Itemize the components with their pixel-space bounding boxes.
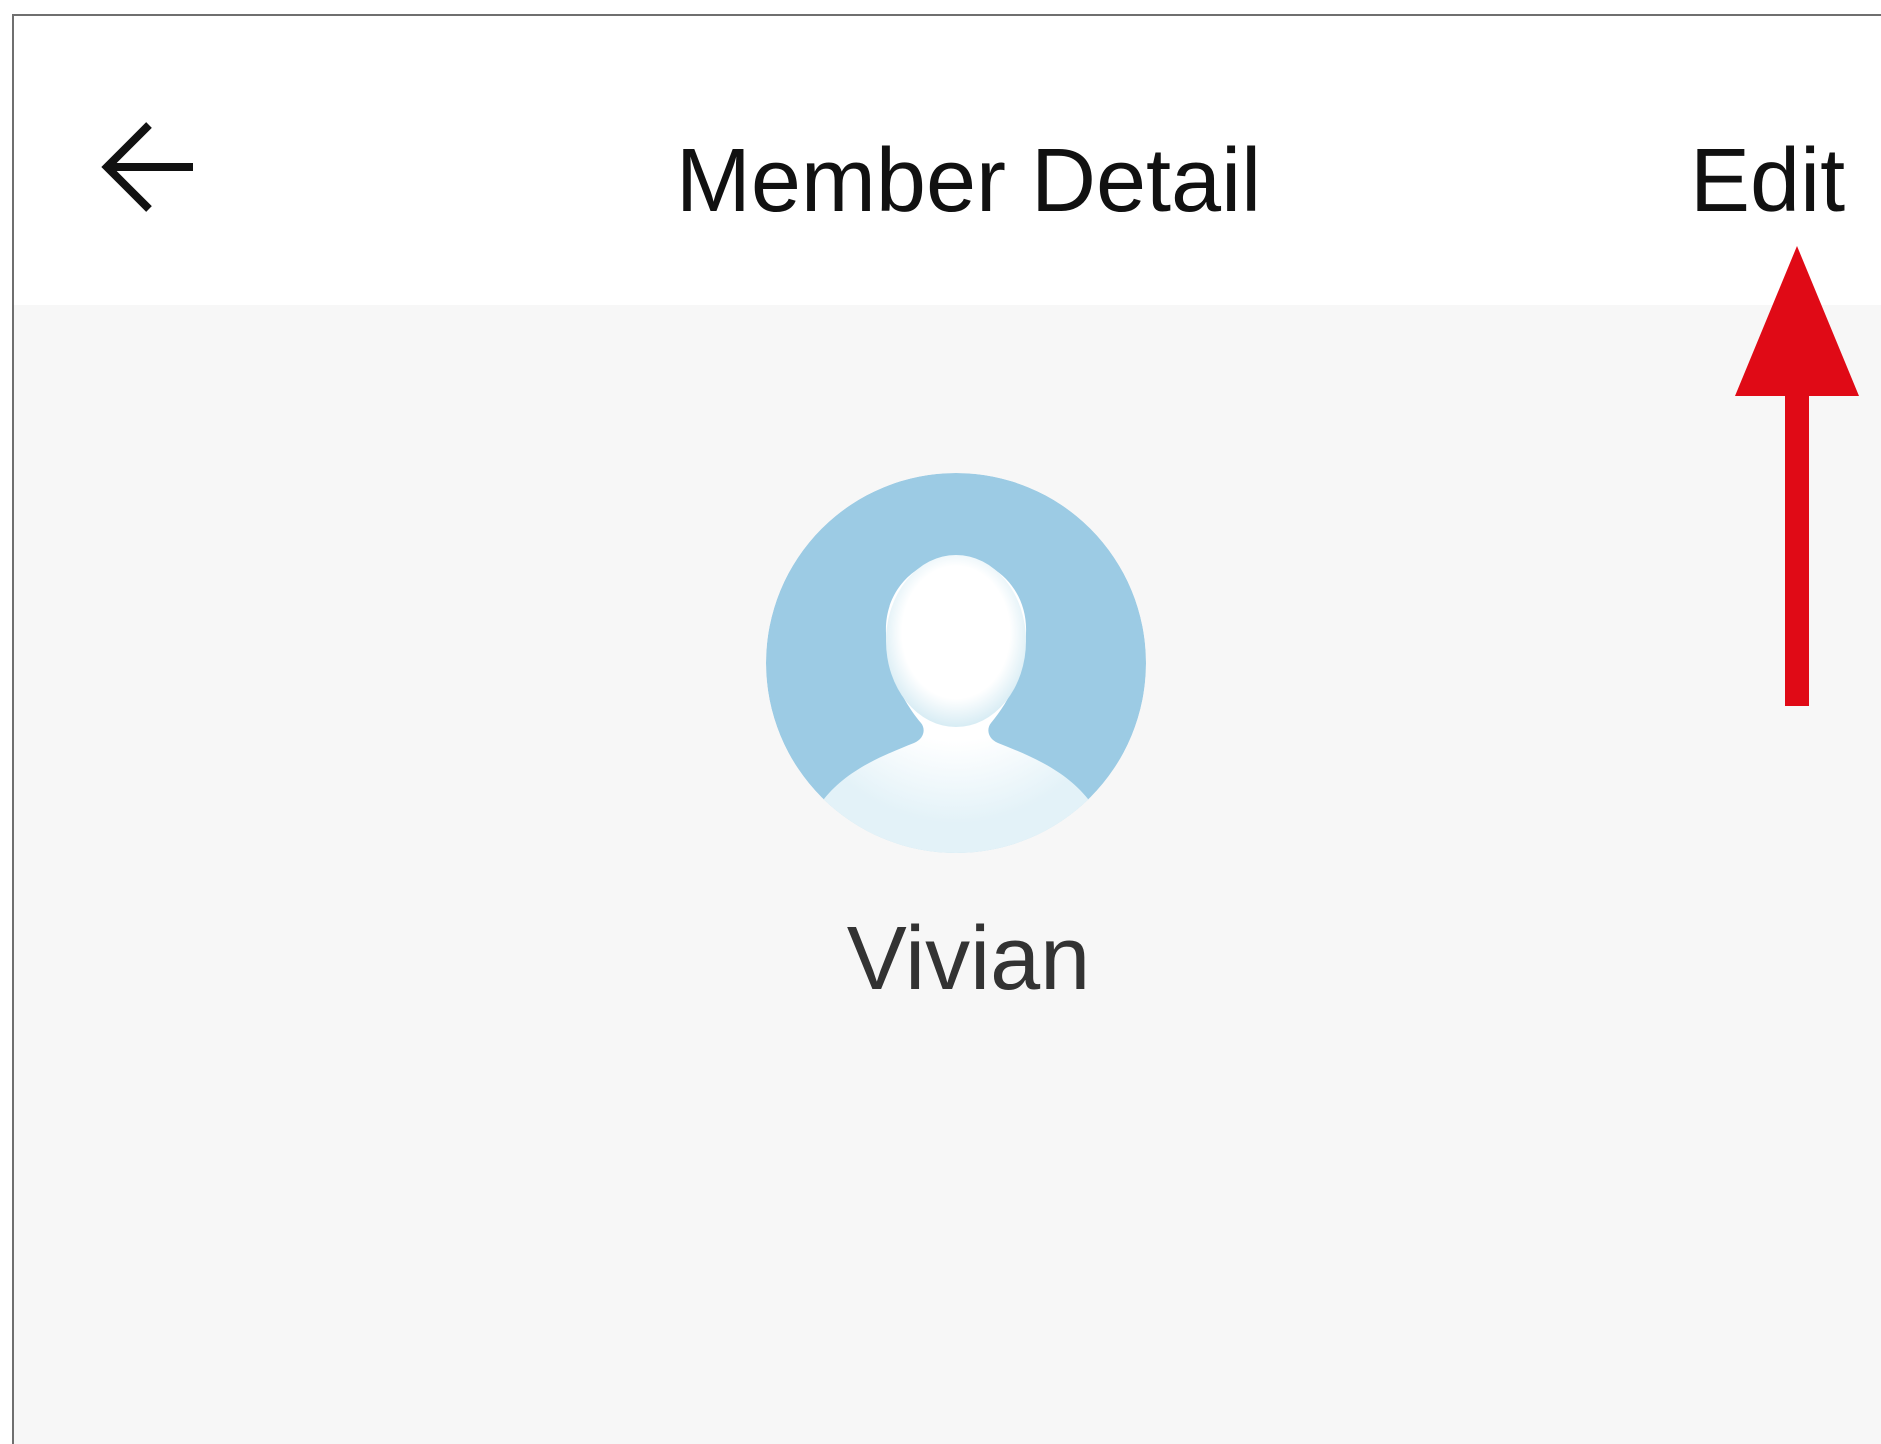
red-arrow-pointer-icon bbox=[1735, 246, 1859, 706]
default-avatar-icon bbox=[766, 473, 1146, 853]
app-screen: Member Detail Edit Vivian bbox=[12, 14, 1881, 1444]
page-title: Member Detail bbox=[675, 131, 1262, 231]
top-app-bar: Member Detail Edit bbox=[14, 16, 1881, 305]
member-name: Vivian bbox=[846, 909, 1091, 1009]
member-avatar[interactable] bbox=[766, 473, 1146, 853]
edit-button[interactable]: Edit bbox=[1690, 126, 1845, 236]
